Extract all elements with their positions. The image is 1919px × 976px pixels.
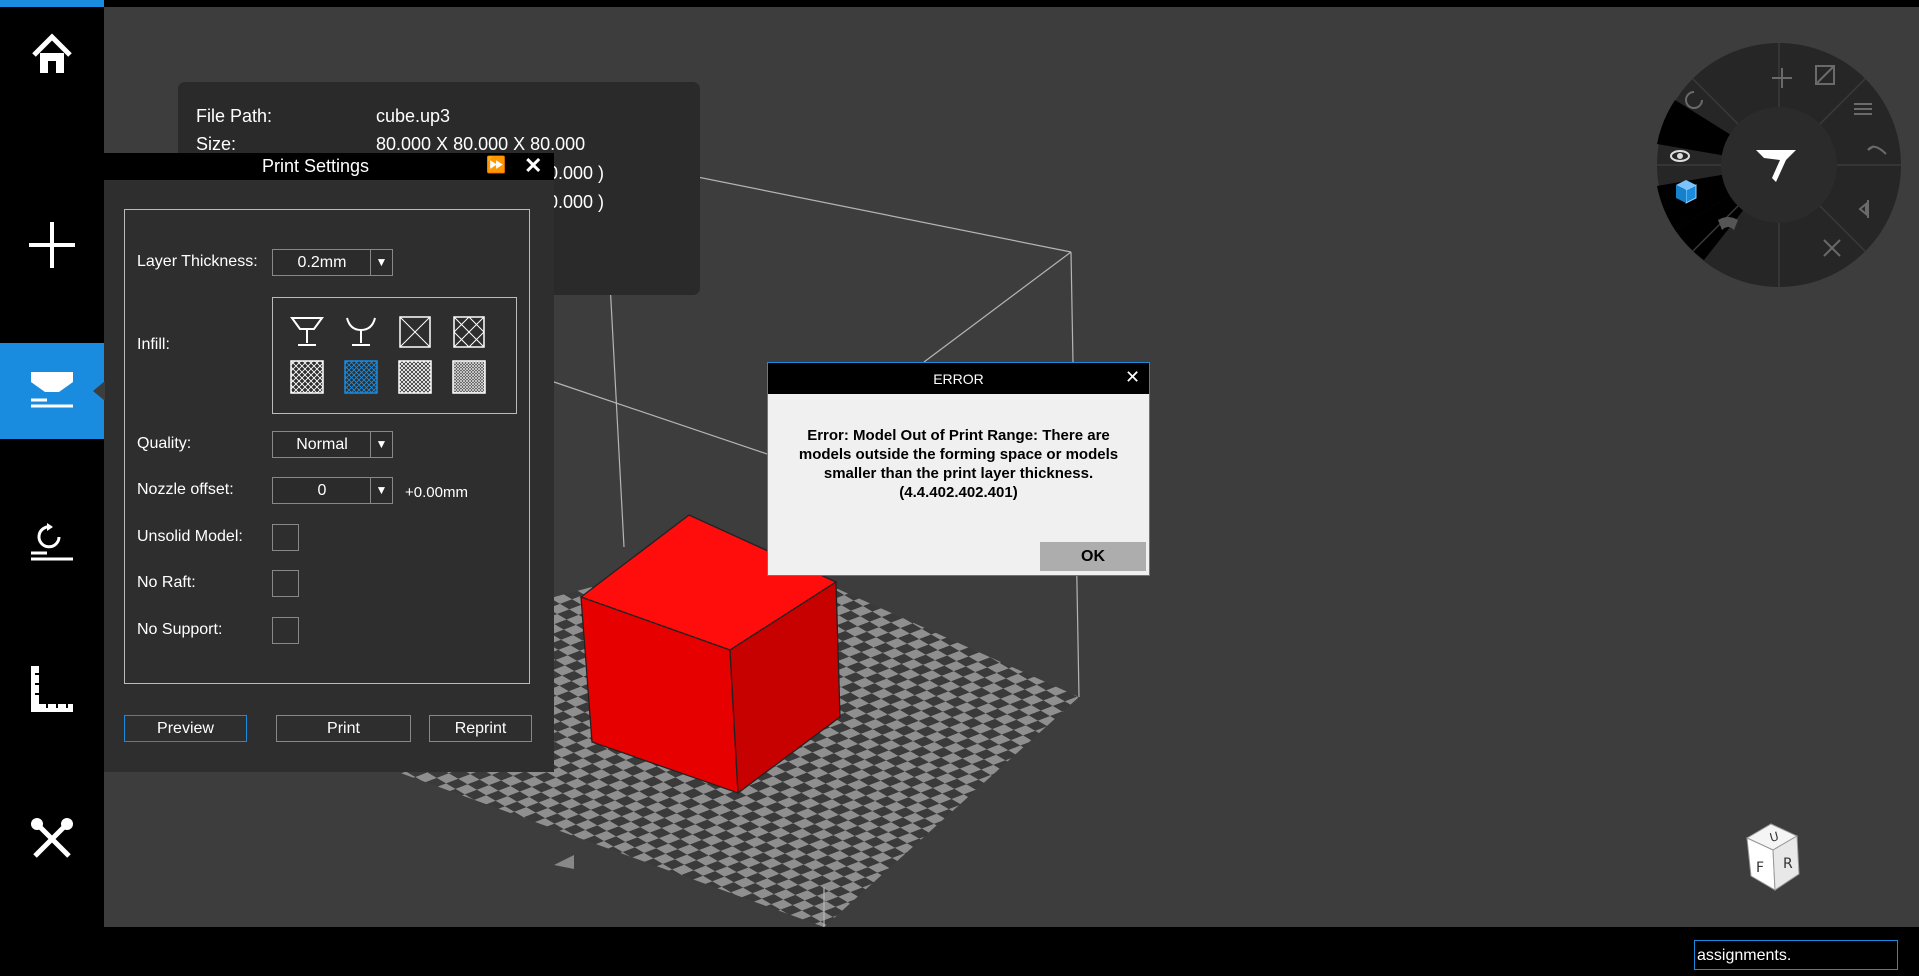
size-value: 80.000 X 80.000 X 80.000 bbox=[376, 134, 586, 154]
chevron-down-icon: ▼ bbox=[370, 432, 392, 457]
file-path-value: cube.up3 bbox=[376, 106, 451, 126]
print-settings-titlebar: Print Settings ⏩ ✕ bbox=[104, 153, 554, 180]
infill-solid-icon[interactable] bbox=[452, 360, 486, 394]
tools-icon bbox=[31, 818, 73, 858]
no-support-checkbox[interactable] bbox=[272, 617, 299, 644]
print-icon bbox=[31, 372, 73, 408]
chevron-down-icon: ▼ bbox=[370, 478, 392, 503]
close-icon[interactable]: ✕ bbox=[524, 153, 542, 179]
position-value: 0.000 ) bbox=[548, 163, 605, 183]
nozzle-offset-select[interactable]: 0 ▼ bbox=[272, 477, 393, 504]
error-message: Error: Model Out of Print Range: There a… bbox=[798, 427, 1119, 501]
layer-thickness-label: Layer Thickness: bbox=[137, 253, 258, 270]
error-dialog: ERROR ✕ Error: Model Out of Print Range:… bbox=[767, 362, 1150, 576]
layer-thickness-value: 0.2mm bbox=[297, 254, 347, 271]
nozzle-offset-value: 0 bbox=[317, 482, 327, 499]
quality-value: Normal bbox=[296, 436, 348, 453]
top-bar bbox=[0, 0, 1919, 7]
control-wheel[interactable] bbox=[1656, 42, 1902, 288]
print-settings-title: Print Settings bbox=[262, 156, 370, 176]
infill-label: Infill: bbox=[137, 336, 170, 353]
infill-sparse-icon[interactable] bbox=[398, 315, 432, 349]
infill-surface-icon[interactable] bbox=[344, 315, 378, 349]
size-label: Size: bbox=[196, 134, 237, 154]
left-sidebar bbox=[0, 7, 105, 976]
quality-select[interactable]: Normal ▼ bbox=[272, 431, 393, 458]
error-dialog-title: ERROR bbox=[933, 371, 984, 387]
reprint-button[interactable]: Reprint bbox=[429, 715, 532, 742]
nozzle-offset-suffix: +0.00mm bbox=[405, 484, 468, 501]
infill-shell-icon[interactable] bbox=[290, 315, 324, 349]
infill-dense-icon[interactable] bbox=[398, 360, 432, 394]
chevron-down-icon: ▼ bbox=[370, 250, 392, 275]
rotation-value: 0.000 ) bbox=[548, 192, 605, 212]
infill-options bbox=[272, 297, 517, 414]
unsolid-model-checkbox[interactable] bbox=[272, 524, 299, 551]
view-cube-face-r: R bbox=[1783, 856, 1793, 872]
ok-button[interactable]: OK bbox=[1040, 542, 1146, 571]
no-raft-label: No Raft: bbox=[137, 574, 196, 591]
print-button[interactable]: Print bbox=[276, 715, 411, 742]
infill-selected-icon[interactable] bbox=[344, 360, 378, 394]
status-input[interactable] bbox=[1694, 940, 1898, 970]
sidebar-item-measure[interactable] bbox=[0, 641, 104, 737]
close-icon[interactable]: ✕ bbox=[1125, 367, 1140, 388]
preview-button[interactable]: Preview bbox=[124, 715, 247, 742]
unsolid-model-label: Unsolid Model: bbox=[137, 528, 243, 545]
plus-icon bbox=[29, 222, 75, 268]
sidebar-item-add[interactable] bbox=[0, 197, 104, 293]
error-dialog-titlebar: ERROR ✕ bbox=[768, 363, 1149, 394]
file-path-label: File Path: bbox=[196, 106, 273, 126]
layer-thickness-select[interactable]: 0.2mm ▼ bbox=[272, 249, 393, 276]
top-bar-accent bbox=[0, 0, 104, 7]
calibrate-icon bbox=[31, 523, 73, 561]
view-cube-face-f: F bbox=[1756, 860, 1764, 876]
view-cube[interactable]: U F R bbox=[1741, 816, 1823, 898]
print-settings-panel: Print Settings ⏩ ✕ Layer Thickness: 0.2m… bbox=[104, 153, 554, 772]
no-support-label: No Support: bbox=[137, 621, 223, 638]
expand-icon[interactable]: ⏩ bbox=[486, 155, 506, 175]
ruler-icon bbox=[31, 666, 73, 712]
infill-loose-icon[interactable] bbox=[452, 315, 486, 349]
no-raft-checkbox[interactable] bbox=[272, 570, 299, 597]
axis-marker bbox=[554, 855, 574, 869]
sidebar-item-calibrate[interactable] bbox=[0, 492, 104, 588]
sidebar-item-maintenance[interactable] bbox=[0, 791, 104, 887]
home-icon bbox=[32, 33, 72, 73]
sidebar-item-home[interactable] bbox=[0, 7, 104, 103]
quality-label: Quality: bbox=[137, 435, 192, 452]
bottom-status-bar bbox=[104, 927, 1919, 976]
infill-medium-icon[interactable] bbox=[290, 360, 324, 394]
sidebar-item-print[interactable] bbox=[0, 343, 105, 439]
nozzle-offset-label: Nozzle offset: bbox=[137, 481, 234, 498]
